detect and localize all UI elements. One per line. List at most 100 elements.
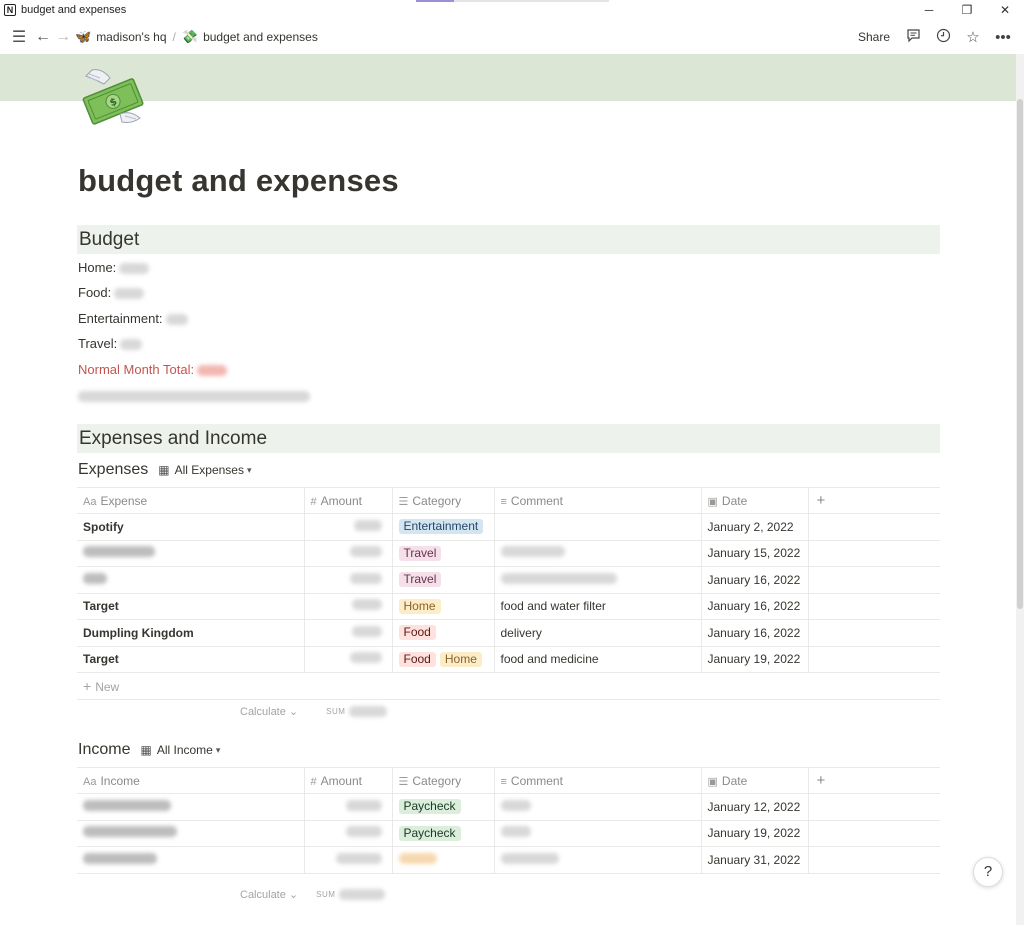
comment-cell[interactable]: food and medicine	[494, 646, 702, 673]
breadcrumb-item-madisons-hq[interactable]: madison's hq	[96, 30, 166, 44]
forward-arrow-icon[interactable]: →	[53, 28, 73, 46]
comment-cell[interactable]	[494, 846, 702, 874]
comments-icon[interactable]	[904, 28, 922, 47]
table-row[interactable]: Travel January 16, 2022	[77, 566, 940, 594]
date-cell[interactable]: January 16, 2022	[701, 593, 809, 620]
expense-name-cell[interactable]	[77, 540, 305, 567]
column-header-date[interactable]: ▣ Date	[701, 487, 809, 514]
category-cell[interactable]: Home	[392, 593, 495, 620]
amount-cell[interactable]	[304, 566, 393, 594]
date-cell[interactable]: January 15, 2022	[701, 540, 809, 567]
category-cell[interactable]	[392, 846, 495, 874]
page-cover[interactable]	[0, 54, 1016, 101]
budget-line-travel[interactable]: Travel:	[78, 335, 143, 353]
hamburger-menu-icon[interactable]: ☰	[9, 27, 29, 47]
date-cell[interactable]: January 12, 2022	[701, 793, 809, 821]
comment-cell[interactable]: delivery	[494, 619, 702, 647]
date-cell[interactable]: January 2, 2022	[701, 513, 809, 541]
money-with-wings-icon[interactable]: $	[78, 66, 144, 128]
close-button[interactable]: ✕	[986, 3, 1024, 17]
help-button[interactable]: ?	[973, 857, 1003, 887]
calculate-button[interactable]: Calculate ⌄	[240, 888, 298, 901]
income-db-title[interactable]: Income	[78, 741, 130, 759]
column-header-comment[interactable]: ≡ Comment	[494, 487, 702, 514]
amount-cell[interactable]	[304, 540, 393, 567]
add-property-icon[interactable]: +	[808, 767, 940, 794]
redacted-note[interactable]	[78, 387, 310, 405]
date-cell[interactable]: January 19, 2022	[701, 646, 809, 673]
history-clock-icon[interactable]	[934, 28, 952, 47]
new-row-button[interactable]: + New	[77, 672, 940, 700]
comment-cell[interactable]	[494, 793, 702, 821]
comment-cell[interactable]	[494, 540, 702, 567]
favorite-star-icon[interactable]: ☆	[964, 28, 982, 46]
budget-line-home[interactable]: Home:	[78, 259, 150, 277]
all-income-view-tab[interactable]: ▦ All Income ▾	[140, 743, 220, 757]
category-cell[interactable]: Travel	[392, 540, 495, 567]
date-cell[interactable]: January 16, 2022	[701, 619, 809, 647]
add-property-icon[interactable]: +	[808, 487, 940, 514]
more-options-icon[interactable]: •••	[994, 29, 1012, 46]
table-row[interactable]: January 31, 2022	[77, 846, 940, 874]
table-row[interactable]: Paycheck January 19, 2022	[77, 820, 940, 847]
income-name-cell[interactable]	[77, 793, 305, 821]
expense-name-cell[interactable]: Dumpling Kingdom	[77, 619, 305, 647]
breadcrumb-item-budget[interactable]: budget and expenses	[203, 30, 318, 44]
expense-name-cell[interactable]: Spotify	[77, 513, 305, 541]
amount-cell[interactable]	[304, 793, 393, 821]
amount-cell[interactable]	[304, 619, 393, 647]
category-cell[interactable]: Food Home	[392, 646, 495, 673]
category-cell[interactable]: Paycheck	[392, 820, 495, 847]
all-expenses-view-tab[interactable]: ▦ All Expenses ▾	[158, 463, 251, 477]
amount-cell[interactable]	[304, 646, 393, 673]
expenses-db-title[interactable]: Expenses	[78, 461, 148, 479]
date-cell[interactable]: January 16, 2022	[701, 566, 809, 594]
budget-line-entertainment[interactable]: Entertainment:	[78, 310, 188, 328]
column-header-date[interactable]: ▣ Date	[701, 767, 809, 794]
table-row[interactable]: Spotify Entertainment January 2, 2022	[77, 513, 940, 541]
page-scrollbar[interactable]	[1016, 54, 1024, 925]
category-cell[interactable]: Travel	[392, 566, 495, 594]
scrollbar-thumb[interactable]	[1017, 99, 1023, 609]
category-cell[interactable]: Entertainment	[392, 513, 495, 541]
expense-name-cell[interactable]: Target	[77, 646, 305, 673]
amount-cell[interactable]	[304, 820, 393, 847]
income-name-cell[interactable]	[77, 820, 305, 847]
expense-name-cell[interactable]: Target	[77, 593, 305, 620]
new-row[interactable]: + New	[77, 672, 940, 700]
table-row[interactable]: Target Food Home food and medicine Januar…	[77, 646, 940, 673]
table-row[interactable]: Paycheck January 12, 2022	[77, 793, 940, 821]
income-name-cell[interactable]	[77, 846, 305, 874]
budget-heading[interactable]: Budget	[77, 225, 940, 254]
column-header-expense[interactable]: Aa Expense	[77, 487, 305, 514]
budget-line-total[interactable]: Normal Month Total:	[78, 361, 228, 379]
budget-line-food[interactable]: Food:	[78, 284, 145, 302]
column-header-category[interactable]: ☰ Category	[392, 487, 495, 514]
comment-cell[interactable]	[494, 820, 702, 847]
comment-cell[interactable]	[494, 566, 702, 594]
expenses-income-heading[interactable]: Expenses and Income	[77, 424, 940, 453]
column-header-amount[interactable]: # Amount	[304, 767, 393, 794]
restore-button[interactable]: ❐	[948, 3, 986, 17]
column-header-amount[interactable]: # Amount	[304, 487, 393, 514]
column-header-comment[interactable]: ≡ Comment	[494, 767, 702, 794]
comment-cell[interactable]	[494, 513, 702, 541]
table-row[interactable]: Dumpling Kingdom Food delivery January 1…	[77, 619, 940, 647]
minimize-button[interactable]: ─	[910, 3, 948, 17]
page-title[interactable]: budget and expenses	[78, 163, 399, 199]
date-cell[interactable]: January 31, 2022	[701, 846, 809, 874]
back-arrow-icon[interactable]: ←	[33, 28, 53, 46]
table-row[interactable]: Travel January 15, 2022	[77, 540, 940, 567]
amount-cell[interactable]	[304, 513, 393, 541]
expense-name-cell[interactable]	[77, 566, 305, 594]
calculate-button[interactable]: Calculate ⌄	[240, 705, 298, 718]
share-button[interactable]: Share	[858, 30, 890, 44]
table-row[interactable]: Target Home food and water filter Januar…	[77, 593, 940, 620]
amount-cell[interactable]	[304, 593, 393, 620]
amount-cell[interactable]	[304, 846, 393, 874]
column-header-category[interactable]: ☰ Category	[392, 767, 495, 794]
category-cell[interactable]: Food	[392, 619, 495, 647]
comment-cell[interactable]: food and water filter	[494, 593, 702, 620]
date-cell[interactable]: January 19, 2022	[701, 820, 809, 847]
category-cell[interactable]: Paycheck	[392, 793, 495, 821]
